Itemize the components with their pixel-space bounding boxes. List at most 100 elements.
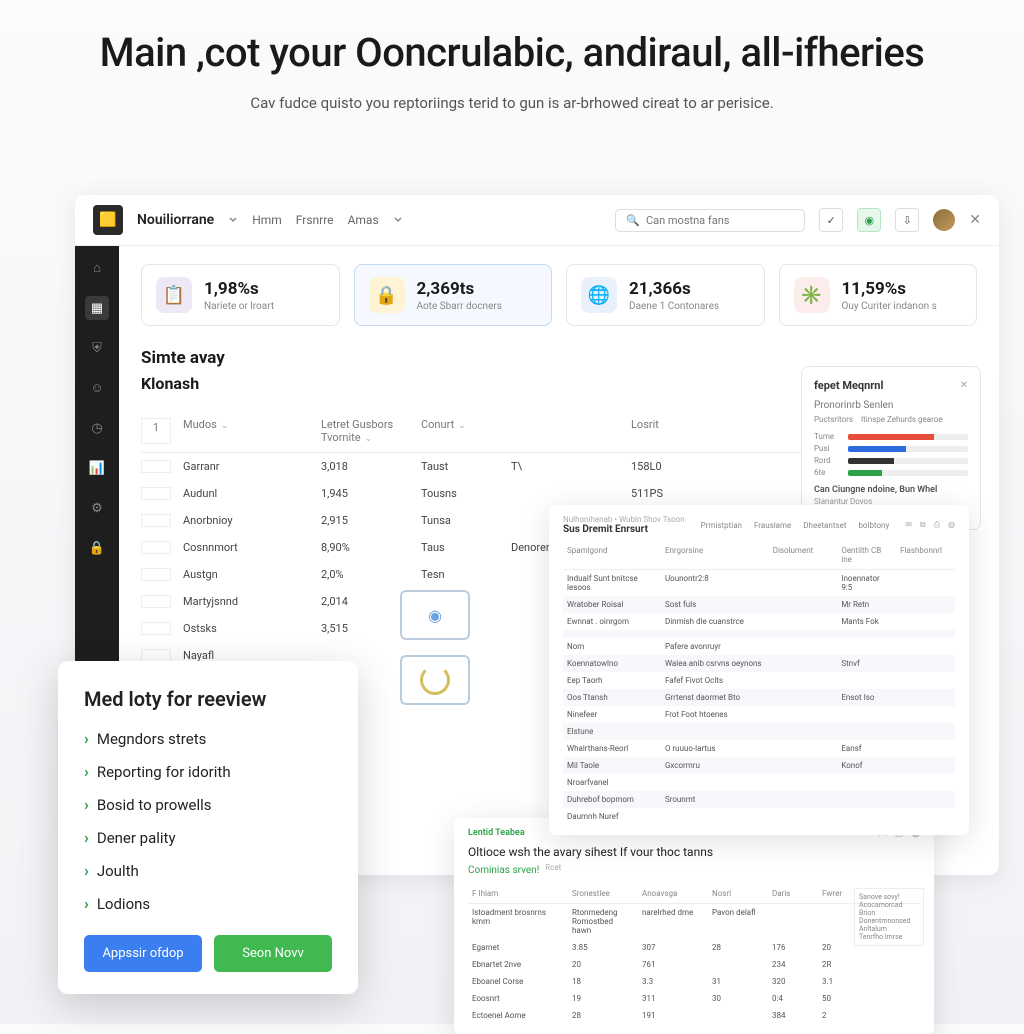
lower-row[interactable]: Ectoenel Aome281913842 [468,1007,920,1024]
lower-side-item: Tenrfho lmrse [859,933,919,941]
col-header-3[interactable]: Losrit [631,418,731,444]
sidebar-shield-icon[interactable]: ⛨ [85,336,109,360]
panel-tab-0[interactable]: Puctsritors [814,415,853,424]
stat-value: 2,369ts [417,279,502,299]
stat-card-0[interactable]: 📋 1,98%s Nariete or lroart [141,264,340,326]
detail-title: Sus Dremit Enrsurt [563,524,685,535]
lower-side-item: Acocamorcad Brion [859,901,919,917]
lower-row[interactable]: Eoosnrt19311300:450 [468,990,920,1007]
sidebar-lock-icon[interactable]: 🔒 [85,536,109,560]
stat-icon: ✳️ [794,277,830,313]
detail-row[interactable]: NinefeerFrot Foot htoenes [563,706,955,723]
brand-chevron-icon[interactable] [228,215,238,225]
stat-label: Nariete or lroart [204,301,274,312]
detail-print-icon[interactable]: ⎙ [934,520,940,530]
lower-row[interactable]: Eboanel Corse183.3313203.1 [468,973,920,990]
detail-row[interactable]: Duhrebof bopmomSrounmt [563,791,955,808]
detail-copy-icon[interactable]: ⧉ [920,520,926,530]
panel-close-icon[interactable]: ✕ [960,380,968,391]
lower-row[interactable]: Istoadment brosnrns kmmRtonrnedeng Romos… [468,904,920,939]
panel-sub: Pronorinrb Senlen [814,400,968,411]
hero-title: Main ,cot your Ooncrulabic, andiraul, al… [60,30,964,76]
feature-card: Med loty for reeview ›Megndors strets ›Re… [58,661,358,994]
bar-row: 6te [814,468,968,477]
chevron-right-icon: › [84,762,89,781]
check-button[interactable]: ✓ [819,208,843,232]
detail-tab-3[interactable]: bolbtony [858,521,889,530]
detail-row[interactable]: Whalrthans-ReorlO ruuuo-lartusEansf [563,740,955,757]
detail-row[interactable]: Eep TaorhFafef Fivot Oclts [563,672,955,689]
nav-chevron-icon[interactable] [393,215,403,225]
sidebar-clock-icon[interactable]: ◷ [85,416,109,440]
detail-row[interactable]: Oos TtanshGrrtenst daormet BtoEnsot Iso [563,689,955,706]
close-icon[interactable]: ✕ [969,212,981,228]
detail-mail-icon[interactable]: ✉ [905,520,912,530]
detail-user-icon[interactable]: ◍ [948,520,955,530]
detail-row[interactable]: Ewnnat . oinrgomDinmish dle cuanstrceMan… [563,613,955,630]
stat-card-2[interactable]: 🌐 21,366s Daene 1 Contonares [566,264,765,326]
detail-row[interactable]: Daumnh Nuref [563,808,955,825]
stat-card-1[interactable]: 🔒 2,369ts Aote Sbarr docners [354,264,553,326]
sidebar-gear-icon[interactable]: ⚙ [85,496,109,520]
chevron-right-icon: › [84,795,89,814]
sidebar-grid-icon[interactable]: ▦ [85,296,109,320]
download-button[interactable]: ⇩ [895,208,919,232]
lower-row[interactable]: Ebnartet 2nve207612342R [468,956,920,973]
nav-link-0[interactable]: Hmm [252,213,282,227]
feature-title: Med loty for reeview [84,687,332,711]
stat-icon: 📋 [156,277,192,313]
detail-row[interactable]: Elstune [563,723,955,740]
col-header-2[interactable]: Conurt⌄ [421,418,511,444]
stat-row: 📋 1,98%s Nariete or lroart🔒 2,369ts Aote… [141,264,977,326]
detail-row[interactable]: Nroarfvanel [563,774,955,791]
detail-row[interactable]: Indualf Sunt bnitcse lesoosUounontr2:8In… [563,570,955,596]
lower-sub: Cominias srven! [468,865,539,876]
lower-row[interactable]: Egarnet3.853072817620 [468,939,920,956]
stat-value: 11,59%s [842,279,937,299]
nav-link-1[interactable]: Frsnrre [296,213,334,227]
search-input[interactable] [646,214,794,227]
col-idx: 1 [141,418,171,444]
detail-row[interactable] [563,630,955,638]
lower-tab[interactable]: Lentid Teabea [468,828,525,839]
sidebar-chart-icon[interactable]: 📊 [85,456,109,480]
detail-header: Spamlgond Enrgorsine Disolument Oentilth… [563,541,955,570]
detail-tab-1[interactable]: Frauslame [754,521,791,530]
lower-sub-tag: Rcet [545,863,561,872]
add-button[interactable]: ◉ [857,208,881,232]
search-icon: 🔍 [626,214,640,227]
feature-item-label: Joulth [97,862,139,880]
stat-value: 21,366s [629,279,719,299]
feature-item-label: Bosid to prowells [97,796,212,814]
feature-item[interactable]: ›Lodions [84,894,332,913]
bar-row: Pusi [814,444,968,453]
detail-row[interactable]: Wratober RoisalSost fulsMr Retn [563,596,955,613]
stat-label: Daene 1 Contonares [629,301,719,312]
feature-item[interactable]: ›Dener pality [84,828,332,847]
col-header-1[interactable]: Letret Gusbors Tvornite⌄ [321,418,421,444]
detail-pane: Nulhonihanab • Wubln Shov Tsoon Sus Drem… [549,505,969,835]
col-header-0[interactable]: Mudos⌄ [171,418,321,444]
search-box[interactable]: 🔍 [615,209,805,232]
detail-row[interactable]: Mil TaoleGxcormruKonof [563,757,955,774]
primary-button[interactable]: Appssir ofdop [84,935,202,972]
panel-tab-1[interactable]: Itinspe Zehurds gearoe [861,415,943,424]
feature-item[interactable]: ›Megndors strets [84,729,332,748]
feature-item-label: Dener pality [97,829,176,847]
feature-item-label: Lodions [97,895,150,913]
sidebar-face-icon[interactable]: ☺ [85,376,109,400]
detail-row[interactable]: NomPafere avonruyr [563,638,955,655]
stat-icon: 🌐 [581,277,617,313]
detail-row[interactable]: KoennatowlnoWalea anib csrvns oeynonsStn… [563,655,955,672]
sidebar-home-icon[interactable]: ⌂ [85,256,109,280]
feature-item[interactable]: › Bosid to prowells [84,795,332,814]
stat-card-3[interactable]: ✳️ 11,59%s Ouy Curiter indanon s [779,264,978,326]
nav-link-2[interactable]: Amas [348,213,379,227]
feature-item[interactable]: ›Reporting for idorith [84,762,332,781]
detail-tab-2[interactable]: Dheetantset [803,521,846,530]
panel-title: fepet Meqnrnl [814,379,883,392]
secondary-button[interactable]: Seon Novv [214,935,332,972]
feature-item[interactable]: ›Joulth [84,861,332,880]
detail-tab-0[interactable]: Prmistptian [701,521,742,530]
avatar[interactable] [933,209,955,231]
